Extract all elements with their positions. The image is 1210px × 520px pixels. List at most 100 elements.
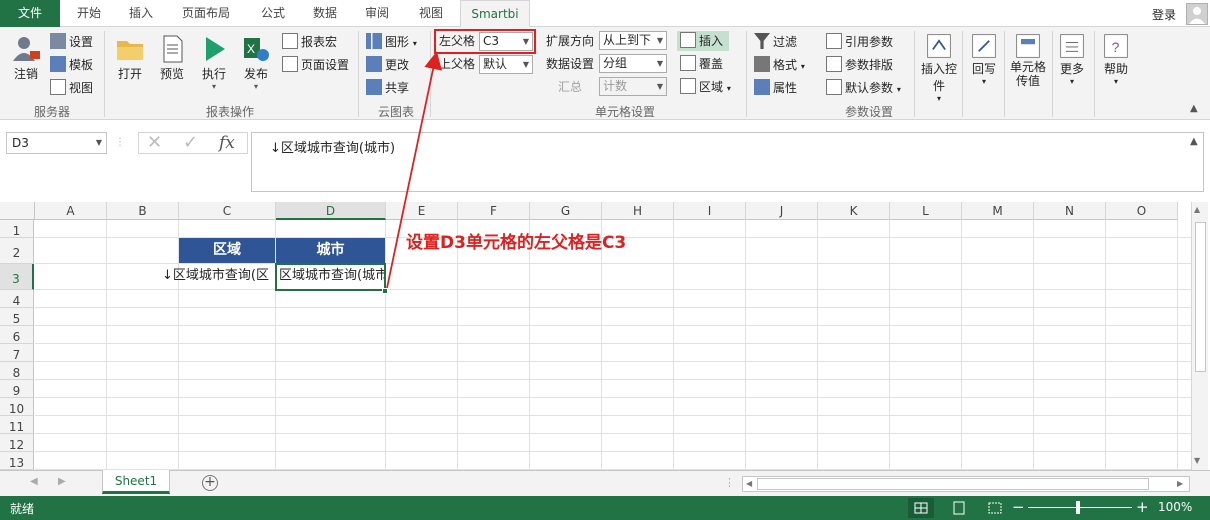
tab-formulas[interactable]: 公式 [250, 0, 296, 27]
scroll-up-icon[interactable]: ▲ [1194, 205, 1200, 214]
expand-direction-select[interactable]: 从上到下 ▼ [599, 31, 667, 50]
publish-button[interactable]: X 发布 ▾ [238, 33, 274, 91]
page-layout-view-icon[interactable] [946, 498, 972, 518]
zoom-out-icon[interactable]: − [1012, 498, 1025, 516]
prev-sheet-icon[interactable]: ◀ [30, 476, 38, 487]
page-break-view-icon[interactable] [982, 498, 1008, 518]
column-header-j[interactable]: J [746, 202, 818, 220]
cell-d2[interactable]: 城市 [276, 238, 385, 263]
expand-formula-icon[interactable]: ▲ [1190, 136, 1198, 147]
row-header-12[interactable]: 12 [0, 434, 34, 452]
cell-pass-button[interactable]: 单元格传值 [1006, 32, 1050, 88]
zoom-slider-track[interactable] [1028, 507, 1132, 508]
zoom-level[interactable]: 100% [1158, 500, 1192, 514]
cell-c2[interactable]: 区域 [179, 238, 275, 263]
formula-input[interactable]: ↓区域城市查询(城市) [251, 132, 1204, 192]
splitter-handle-icon[interactable]: ⋮ [724, 476, 735, 489]
chart-button[interactable]: 图形 ▾ [366, 32, 417, 52]
top-parent-select[interactable]: 默认 ▼ [479, 55, 533, 74]
column-header-b[interactable]: B [107, 202, 179, 220]
tab-file[interactable]: 文件 [0, 0, 60, 27]
logout-button[interactable]: 注销 [8, 33, 44, 82]
column-header-f[interactable]: F [458, 202, 530, 220]
add-sheet-icon[interactable]: + [202, 475, 218, 491]
fill-handle[interactable] [382, 288, 388, 294]
worksheet-grid[interactable]: ABCDEFGHIJKLMNO 1 2 3 4 5 6 7 8 9 10 11 12 13 区域 城市 … [0, 202, 1210, 470]
scroll-left-icon[interactable]: ◀ [746, 479, 752, 488]
row-header-10[interactable]: 10 [0, 398, 34, 416]
column-header-h[interactable]: H [602, 202, 674, 220]
left-parent-select[interactable]: C3 ▼ [479, 32, 533, 51]
tab-page-layout[interactable]: 页面布局 [172, 0, 240, 27]
row-header-1[interactable]: 1 [0, 220, 34, 238]
tab-review[interactable]: 审阅 [354, 0, 400, 27]
column-header-k[interactable]: K [818, 202, 890, 220]
vertical-scrollbar[interactable]: ▲ ▼ [1191, 202, 1208, 470]
column-header-n[interactable]: N [1034, 202, 1106, 220]
tab-home[interactable]: 开始 [66, 0, 112, 27]
cell-c3[interactable]: ↓区域城市查询(区 [162, 264, 276, 290]
view-button[interactable]: 视图 [50, 78, 93, 98]
row-header-3[interactable]: 3 [0, 264, 34, 290]
scroll-right-icon[interactable]: ▶ [1177, 479, 1183, 488]
cover-mode-button[interactable]: 覆盖 [680, 54, 723, 74]
format-button[interactable]: 格式 ▾ [754, 55, 805, 75]
tab-sheet1[interactable]: Sheet1 [102, 470, 170, 494]
region-button[interactable]: 区域 ▾ [680, 77, 731, 97]
insert-control-button[interactable]: 插入控件 ▾ [918, 32, 960, 103]
open-button[interactable]: 打开 [112, 33, 148, 82]
row-header-8[interactable]: 8 [0, 362, 34, 380]
column-header-a[interactable]: A [35, 202, 107, 220]
row-header-9[interactable]: 9 [0, 380, 34, 398]
user-avatar-icon[interactable] [1186, 3, 1208, 25]
writeback-button[interactable]: 回写 ▾ [966, 32, 1002, 86]
row-header-2[interactable]: 2 [0, 238, 34, 264]
row-header-13[interactable]: 13 [0, 452, 34, 470]
scroll-down-icon[interactable]: ▼ [1194, 456, 1200, 465]
row-header-5[interactable]: 5 [0, 308, 34, 326]
filter-button[interactable]: 过滤 [754, 32, 797, 52]
row-header-7[interactable]: 7 [0, 344, 34, 362]
confirm-icon[interactable]: ✓ [183, 133, 198, 153]
share-button[interactable]: 共享 [366, 78, 409, 98]
normal-view-icon[interactable] [908, 498, 934, 518]
execute-button[interactable]: 执行 ▾ [196, 33, 232, 91]
tab-smartbi[interactable]: Smartbi [460, 0, 530, 28]
column-header-o[interactable]: O [1106, 202, 1178, 220]
preview-button[interactable]: 预览 [154, 33, 190, 82]
insert-mode-button[interactable]: 插入 [677, 31, 729, 51]
next-sheet-icon[interactable]: ▶ [58, 476, 66, 487]
name-box[interactable]: D3 ▼ [6, 132, 107, 154]
more-button[interactable]: 更多 ▾ [1054, 32, 1090, 86]
zoom-slider-thumb[interactable] [1076, 501, 1080, 514]
default-param-button[interactable]: 默认参数 ▾ [826, 78, 901, 98]
column-header-i[interactable]: I [674, 202, 746, 220]
login-link[interactable]: 登录 [1152, 6, 1176, 23]
zoom-in-icon[interactable]: + [1136, 498, 1149, 516]
column-header-m[interactable]: M [962, 202, 1034, 220]
update-button[interactable]: 更改 [366, 55, 409, 75]
column-header-g[interactable]: G [530, 202, 602, 220]
help-button[interactable]: ? 帮助 ▾ [1098, 32, 1134, 86]
data-settings-select[interactable]: 分组 ▼ [599, 54, 667, 73]
collapse-ribbon-icon[interactable]: ▲ [1190, 103, 1198, 114]
cancel-icon[interactable]: ✕ [147, 133, 162, 153]
settings-button[interactable]: 设置 [50, 32, 93, 52]
summary-select[interactable]: 计数 ▼ [599, 77, 667, 96]
page-settings-button[interactable]: 页面设置 [282, 55, 349, 75]
template-button[interactable]: 模板 [50, 55, 93, 75]
tab-insert[interactable]: 插入 [118, 0, 164, 27]
column-header-d[interactable]: D [276, 202, 386, 220]
row-header-4[interactable]: 4 [0, 290, 34, 308]
ref-param-button[interactable]: 引用参数 [826, 32, 893, 52]
attribute-button[interactable]: 属性 [754, 78, 797, 98]
row-header-11[interactable]: 11 [0, 416, 34, 434]
h-scroll-thumb[interactable] [757, 478, 1149, 490]
select-all-corner[interactable] [0, 202, 35, 220]
scroll-thumb[interactable] [1195, 222, 1206, 372]
column-header-e[interactable]: E [386, 202, 458, 220]
tab-view[interactable]: 视图 [408, 0, 454, 27]
horizontal-scrollbar[interactable]: ◀ ▶ [742, 476, 1190, 492]
insert-function-icon[interactable]: fx [219, 133, 235, 153]
report-macro-button[interactable]: 报表宏 [282, 32, 337, 52]
